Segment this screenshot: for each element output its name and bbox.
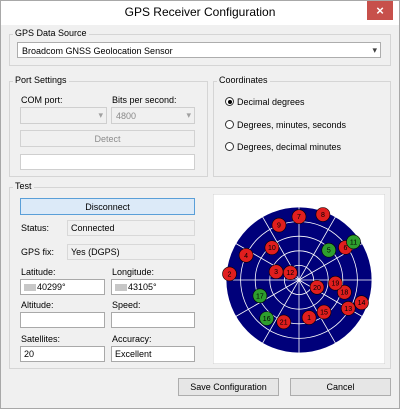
satellite-prn-label: 2 — [228, 271, 232, 278]
radio-label: Decimal degrees — [237, 97, 305, 107]
close-button[interactable]: × — [367, 1, 393, 20]
satellite-prn-label: 13 — [344, 306, 352, 313]
chevron-down-icon: ▾ — [372, 45, 377, 55]
radio-label: Degrees, minutes, seconds — [237, 120, 347, 130]
gps-fix-label: GPS fix: — [21, 247, 55, 257]
satellite-prn-label: 9 — [277, 223, 281, 230]
satellite-prn-label: 8 — [321, 212, 325, 219]
bits-per-second-select[interactable]: 4800 ▾ — [111, 107, 195, 124]
speed-label: Speed: — [112, 300, 141, 310]
data-source-group-label: GPS Data Source — [13, 28, 89, 38]
satellite-prn-label: 6 — [344, 245, 348, 252]
com-port-label: COM port: — [21, 95, 63, 105]
cancel-button[interactable]: Cancel — [290, 378, 391, 396]
chevron-down-icon: ▾ — [186, 110, 191, 120]
redacted-mask — [24, 284, 36, 291]
satellite-prn-label: 1 — [307, 315, 311, 322]
satellite-prn-label: 15 — [320, 310, 328, 317]
save-configuration-button[interactable]: Save Configuration — [178, 378, 279, 396]
status-value: Connected — [67, 220, 195, 236]
satellite-prn-label: 4 — [244, 253, 248, 260]
radio-circle — [225, 142, 234, 151]
satellite-prn-label: 19 — [332, 281, 340, 288]
satellite-prn-label: 11 — [350, 239, 357, 246]
satellite-prn-label: 16 — [263, 316, 271, 323]
data-source-select[interactable]: Broadcom GNSS Geolocation Sensor ▾ — [17, 42, 381, 58]
latitude-value: 40299° — [37, 282, 66, 292]
radio-degrees-minutes-seconds[interactable]: Degrees, minutes, seconds — [225, 120, 346, 130]
satellite-prn-label: 18 — [341, 290, 349, 297]
com-port-select[interactable]: ▾ — [20, 107, 107, 124]
altitude-field — [20, 312, 105, 328]
satellites-field: 20 — [20, 346, 105, 362]
satellites-label: Satellites: — [21, 334, 61, 344]
satellite-prn-label: 17 — [256, 293, 264, 300]
radio-degrees-decimal-minutes[interactable]: Degrees, decimal minutes — [225, 142, 341, 152]
longitude-value: 43105° — [128, 282, 157, 292]
longitude-field: 43105° — [111, 279, 195, 295]
speed-field — [111, 312, 195, 328]
detect-button[interactable]: Detect — [20, 130, 195, 147]
radio-label: Degrees, decimal minutes — [237, 142, 342, 152]
accuracy-field: Excellent — [111, 346, 195, 362]
satellite-prn-label: 14 — [358, 300, 366, 307]
latitude-field: 40299° — [20, 279, 105, 295]
disconnect-button[interactable]: Disconnect — [20, 198, 195, 215]
satellite-sky-plot: 6 9 7 8 5 11 10 4 2 3 12 17 16 20 1819 14 13 15 1 21 — [213, 194, 385, 364]
satellite-prn-label: 5 — [327, 248, 331, 255]
latitude-label: Latitude: — [21, 267, 56, 277]
satellite-prn-label: 10 — [268, 245, 276, 252]
gps-config-window: GPS Receiver Configuration × GPS Data So… — [0, 0, 400, 409]
chevron-down-icon: ▾ — [98, 110, 103, 120]
port-settings-group-label: Port Settings — [13, 75, 69, 85]
radio-decimal-degrees[interactable]: Decimal degrees — [225, 97, 305, 107]
accuracy-label: Accuracy: — [112, 334, 152, 344]
window-title: GPS Receiver Configuration — [124, 5, 276, 19]
radio-circle — [225, 97, 234, 106]
satellite-prn-label: 20 — [313, 285, 321, 292]
status-label: Status: — [21, 223, 50, 233]
altitude-label: Altitude: — [21, 300, 54, 310]
port-status-box — [20, 154, 195, 170]
gps-fix-value: Yes (DGPS) — [67, 244, 195, 260]
radio-circle — [225, 120, 234, 129]
longitude-label: Longitude: — [112, 267, 155, 277]
satellite-prn-label: 3 — [274, 269, 278, 276]
bits-per-second-label: Bits per second: — [112, 95, 177, 105]
title-bar: GPS Receiver Configuration × — [1, 1, 399, 25]
bits-per-second-value: 4800 — [116, 111, 137, 121]
satellite-prn-label: 12 — [286, 270, 294, 277]
test-group-label: Test — [13, 181, 34, 191]
redacted-mask — [115, 284, 127, 291]
coordinates-group-label: Coordinates — [217, 75, 270, 85]
satellite-prn-label: 21 — [280, 319, 288, 326]
satellite-prn-label: 7 — [297, 214, 301, 221]
data-source-selected-value: Broadcom GNSS Geolocation Sensor — [22, 46, 173, 56]
